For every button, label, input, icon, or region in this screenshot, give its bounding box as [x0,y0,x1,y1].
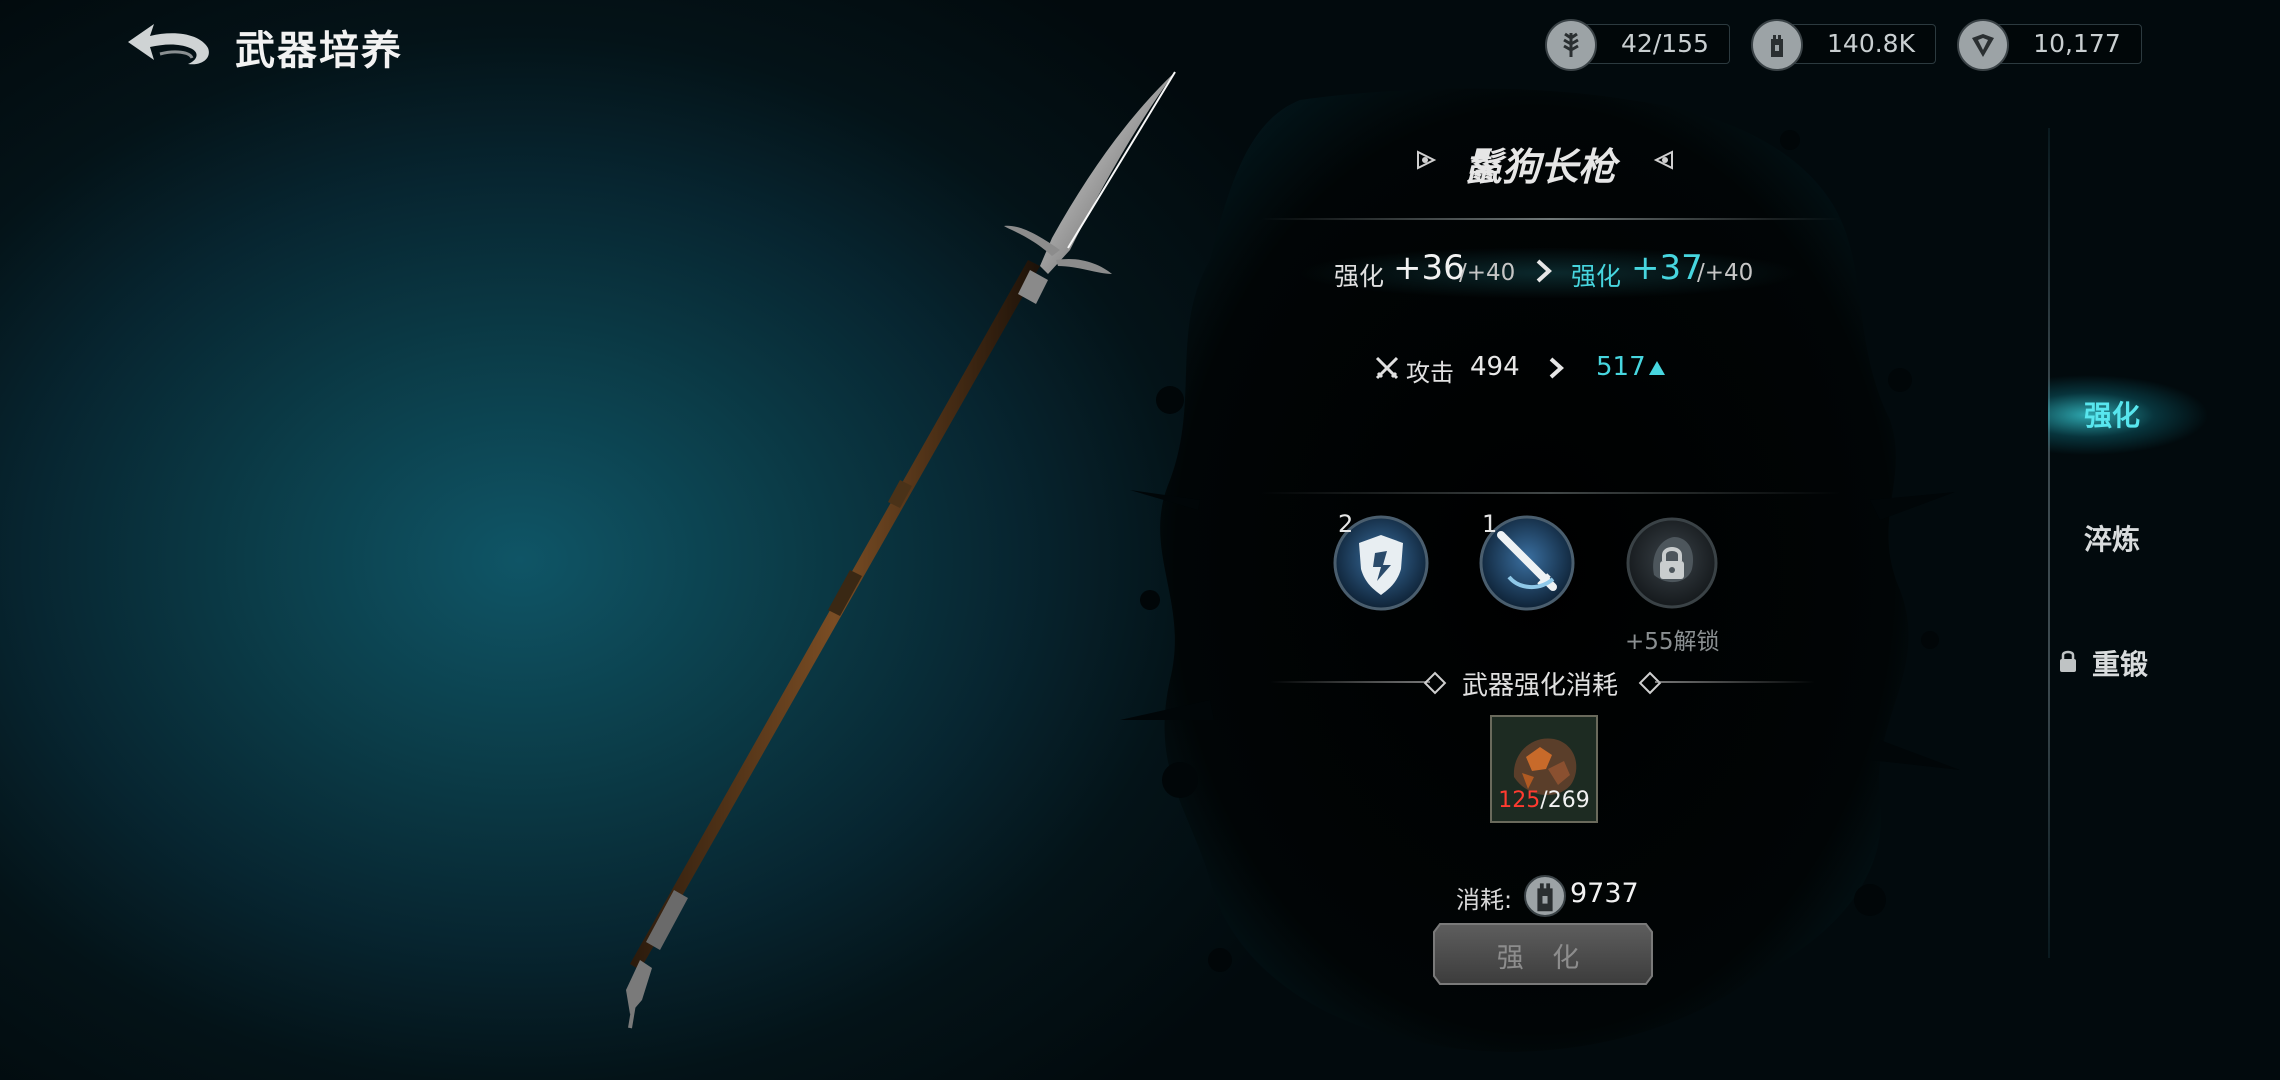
skill-unlock-requirement: +55解锁 [1625,629,1720,655]
shield-gem-icon [1957,19,2009,71]
skill-level: 2 [1338,510,1354,538]
resource-counter-stamina[interactable]: 42/155 [1545,19,1730,71]
chevron-right-icon [1536,259,1552,283]
enhance-current-label: 强化 [1334,262,1385,291]
material-have: 125 [1498,788,1541,813]
resource-value: 42/155 [1621,29,1709,58]
resource-counter-gems[interactable]: 10,177 [1957,19,2142,71]
resource-value: 10,177 [2033,29,2121,58]
chevron-right-icon [1549,357,1564,379]
enhance-current-max: /+40 [1459,260,1516,286]
tower-coin-icon [1751,19,1803,71]
enhance-button-label: 强 化 [1496,943,1590,974]
tower-coin-icon [1524,875,1566,917]
resource-value: 140.8K [1827,29,1915,58]
tab-reforge[interactable]: 重锻 [2092,643,2148,683]
consume-label: 消耗: [1456,886,1513,914]
divider [1260,218,1840,220]
enhance-next-value: +37 [1631,248,1703,288]
wheat-emblem-icon [1545,19,1597,71]
attack-current-value: 494 [1470,352,1520,382]
enhance-next-label: 强化 [1571,262,1622,291]
attack-next-value: 517 [1596,352,1646,382]
lock-icon [2060,650,2076,672]
skill-locked-wolf-icon[interactable] [1624,515,1720,611]
attack-label: 攻击 [1406,359,1454,387]
tab-enhance[interactable]: 强化 [2084,394,2140,434]
material-need: /269 [1540,788,1590,813]
increase-arrow-icon [1649,361,1665,375]
consume-value: 9737 [1570,878,1639,909]
back-arrow-icon[interactable] [120,14,220,74]
crossed-swords-icon [1375,356,1399,380]
enhance-next-max: /+40 [1697,260,1754,286]
page-title: 武器培养 [235,28,403,74]
tab-rail [2048,128,2050,958]
material-count: 125/269 [1496,788,1592,813]
skill-level: 1 [1482,510,1498,538]
enhance-current-value: +36 [1393,248,1465,288]
tab-refine[interactable]: 淬炼 [2084,518,2140,558]
ornament-right-icon [1653,150,1673,170]
divider [1655,681,1815,683]
resource-counter-coins[interactable]: 140.8K [1751,19,1936,71]
divider [1260,492,1840,494]
divider [1270,681,1430,683]
cost-section-title: 武器强化消耗 [1461,671,1618,701]
